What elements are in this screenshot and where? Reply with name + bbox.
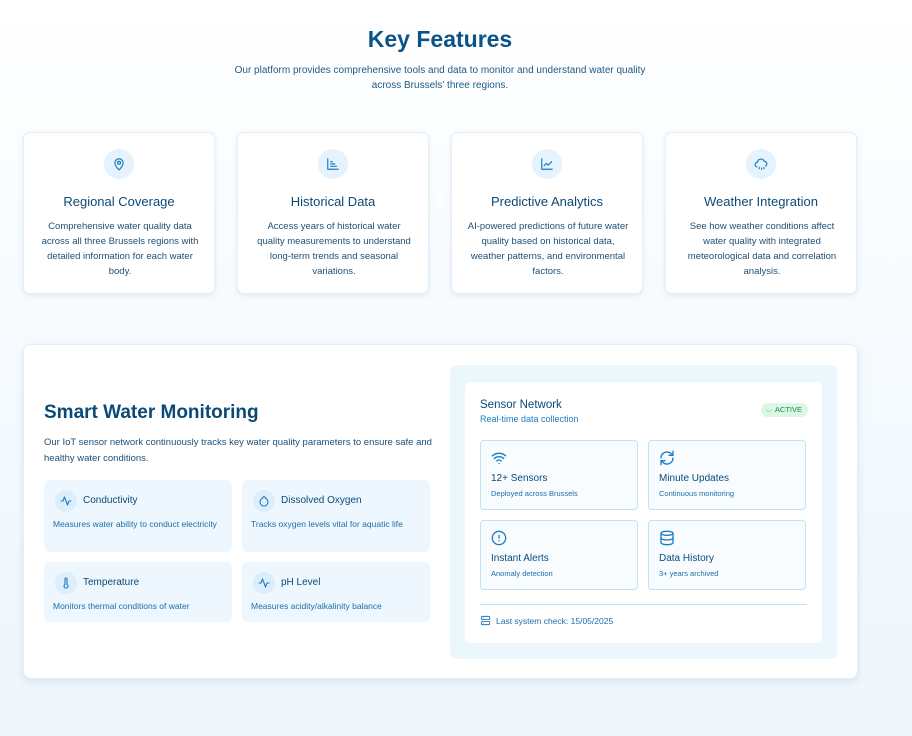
- sensor-network-title: Sensor Network: [480, 399, 562, 411]
- divider: [480, 604, 807, 605]
- param-card-ph-level: pH Level Measures acidity/alkalinity bal…: [242, 562, 430, 622]
- line-chart-icon: [532, 149, 562, 179]
- feature-title: Predictive Analytics: [491, 194, 603, 209]
- feature-card-regional-coverage: Regional Coverage Comprehensive water qu…: [23, 132, 215, 294]
- feature-description: AI-powered predictions of future water q…: [467, 221, 629, 277]
- param-title: Conductivity: [83, 495, 138, 506]
- param-card-temperature: Temperature Monitors thermal conditions …: [44, 562, 232, 622]
- param-title: Temperature: [83, 577, 140, 588]
- param-description: Monitors thermal conditions of water: [53, 601, 190, 611]
- droplet-icon: [253, 490, 275, 512]
- stat-subtitle: Deployed across Brussels: [491, 489, 578, 498]
- server-icon: [480, 615, 491, 626]
- param-card-dissolved-oxygen: Dissolved Oxygen Tracks oxygen levels vi…: [242, 480, 430, 552]
- stat-subtitle: Anomaly detection: [491, 569, 553, 578]
- activity-icon: [55, 490, 77, 512]
- feature-title: Historical Data: [290, 194, 376, 209]
- last-system-check: Last system check: 15/05/2025: [480, 615, 613, 626]
- stat-subtitle: Continuous monitoring: [659, 489, 735, 498]
- param-title: Dissolved Oxygen: [281, 495, 362, 506]
- feature-description: See how weather conditions affect water …: [687, 221, 837, 277]
- stat-card-instant-alerts: Instant Alerts Anomaly detection: [480, 520, 638, 590]
- feature-card-historical-data: Historical Data Access years of historic…: [237, 132, 429, 294]
- thermometer-icon: [55, 572, 77, 594]
- param-description: Tracks oxygen levels vital for aquatic l…: [251, 519, 403, 529]
- database-icon: [660, 530, 674, 546]
- refresh-icon: [660, 450, 674, 466]
- sensor-network-subtitle: Real-time data collection: [480, 414, 579, 424]
- page: Key Features Our platform provides compr…: [0, 0, 912, 736]
- wifi-icon: [491, 452, 507, 464]
- bar-list-icon: [318, 149, 348, 179]
- stat-card-data-history: Data History 3+ years archived: [648, 520, 806, 590]
- status-badge-label: ACTIVE: [774, 405, 802, 414]
- feature-title: Weather Integration: [704, 194, 818, 209]
- param-title: pH Level: [281, 577, 321, 588]
- alert-circle-icon: [491, 530, 507, 546]
- page-title: Key Features: [367, 26, 513, 52]
- status-dot-icon: ◡: [765, 406, 772, 413]
- activity-icon: [253, 572, 275, 594]
- sensor-network-panel: Sensor Network Real-time data collection…: [450, 365, 837, 659]
- param-description: Measures acidity/alkalinity balance: [251, 601, 382, 611]
- feature-description: Access years of historical water quality…: [257, 221, 411, 277]
- map-pin-icon: [104, 149, 134, 179]
- feature-title: Regional Coverage: [63, 194, 175, 209]
- stat-title: Minute Updates: [659, 473, 730, 484]
- feature-card-weather-integration: Weather Integration See how weather cond…: [665, 132, 857, 294]
- stat-card-minute-updates: Minute Updates Continuous monitoring: [648, 440, 806, 510]
- stat-title: 12+ Sensors: [491, 473, 548, 484]
- page-subtitle: Our platform provides comprehensive tool…: [234, 65, 646, 91]
- status-badge: ◡ ACTIVE: [760, 403, 808, 417]
- smart-monitoring-card: Smart Water Monitoring Our IoT sensor ne…: [23, 344, 858, 679]
- stat-card-sensors: 12+ Sensors Deployed across Brussels: [480, 440, 638, 510]
- param-description: Measures water ability to conduct electr…: [53, 519, 217, 529]
- stat-title: Data History: [659, 553, 715, 564]
- cloud-rain-icon: [746, 149, 776, 179]
- stat-title: Instant Alerts: [491, 553, 549, 564]
- monitoring-description: Our IoT sensor network continuously trac…: [44, 437, 432, 464]
- stat-subtitle: 3+ years archived: [659, 569, 719, 578]
- feature-description: Comprehensive water quality data across …: [41, 221, 199, 277]
- feature-card-predictive-analytics: Predictive Analytics AI-powered predicti…: [451, 132, 643, 294]
- sensor-network-card: Sensor Network Real-time data collection…: [465, 382, 822, 643]
- last-check-text: Last system check: 15/05/2025: [496, 615, 614, 626]
- monitoring-title: Smart Water Monitoring: [44, 402, 259, 423]
- param-card-conductivity: Conductivity Measures water ability to c…: [44, 480, 232, 552]
